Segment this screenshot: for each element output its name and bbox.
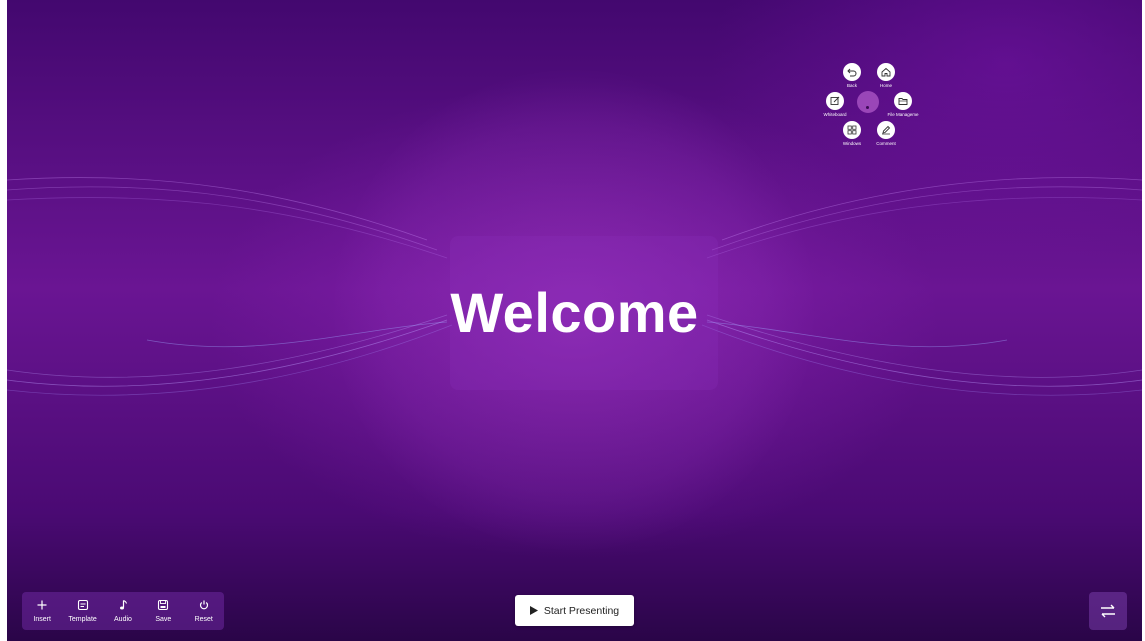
radial-label: Comment — [876, 141, 896, 146]
audio-button[interactable]: Audio — [104, 599, 142, 623]
template-label: Template — [68, 616, 97, 623]
radial-item-home[interactable]: Home — [866, 63, 906, 88]
radial-label: File Manageme — [887, 112, 919, 117]
radial-label: Whiteboard — [823, 112, 847, 117]
template-icon — [77, 599, 88, 611]
start-presenting-label: Start Presenting — [543, 604, 620, 617]
presentation-stage: Welcome Back Home Whiteboard File Manage… — [7, 0, 1142, 641]
radial-item-comment[interactable]: Comment — [866, 121, 906, 146]
whiteboard-icon — [826, 92, 844, 110]
radial-menu: Back Home Whiteboard File Manageme Windo — [815, 55, 925, 155]
start-presenting-button[interactable]: Start Presenting — [515, 595, 634, 626]
insert-label: Insert — [33, 616, 51, 623]
reset-label: Reset — [194, 616, 213, 623]
windows-grid-icon — [843, 121, 861, 139]
radial-item-file-management[interactable]: File Manageme — [883, 92, 923, 117]
power-icon — [199, 600, 208, 610]
pen-icon — [877, 121, 895, 139]
template-button[interactable]: Template — [64, 599, 102, 623]
radial-label: Home — [879, 83, 892, 88]
folder-icon — [894, 92, 912, 110]
insert-button[interactable]: Insert — [23, 599, 61, 623]
home-icon — [877, 63, 895, 81]
play-icon — [529, 606, 538, 615]
music-note-icon — [119, 599, 128, 610]
plus-icon — [37, 600, 47, 610]
audio-label: Audio — [114, 616, 132, 623]
radial-item-whiteboard[interactable]: Whiteboard — [815, 92, 855, 117]
bottom-toolbar: Insert Template Audio Save Reset — [22, 592, 224, 630]
hub-dot — [866, 106, 869, 109]
reset-button[interactable]: Reset — [185, 599, 223, 623]
back-arrow-icon — [843, 63, 861, 81]
save-button[interactable]: Save — [144, 599, 182, 623]
swap-arrows-icon — [1101, 604, 1115, 618]
save-icon — [158, 599, 169, 611]
radial-menu-hub[interactable] — [857, 91, 879, 113]
save-label: Save — [155, 616, 172, 623]
switch-button[interactable] — [1089, 592, 1127, 630]
slide-title: Welcome — [450, 281, 699, 344]
